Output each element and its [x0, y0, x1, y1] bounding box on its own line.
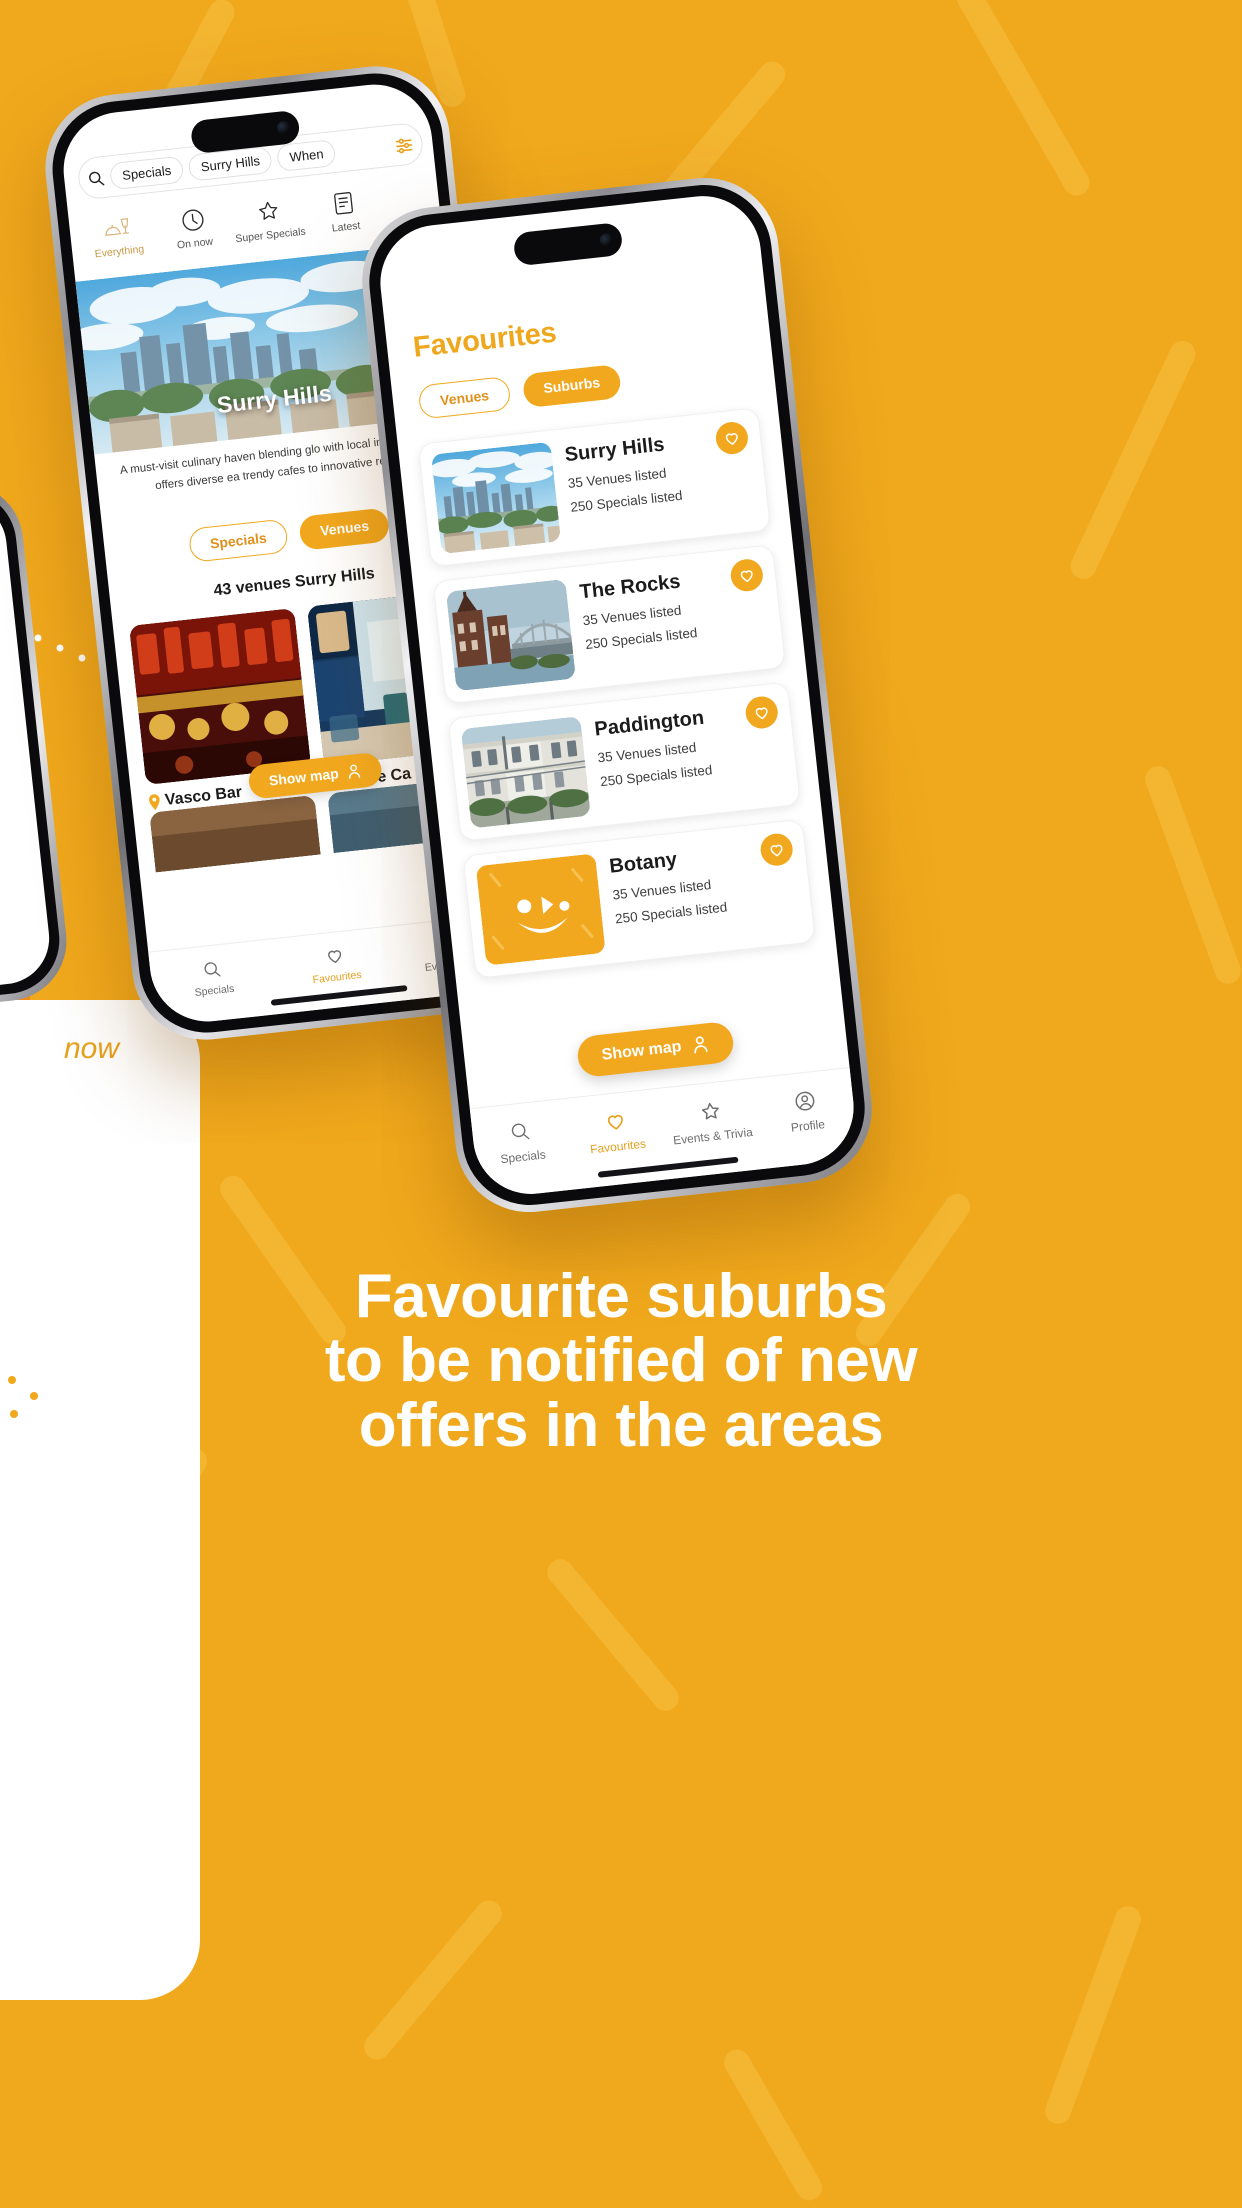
- heart-icon: [566, 1103, 664, 1140]
- headline-line-1: Favourite suburbs: [354, 1262, 888, 1331]
- nav-item-events-trivia[interactable]: Events & Trivia: [661, 1092, 761, 1148]
- suburb-thumbnail: [430, 441, 562, 555]
- star-sparkle-icon: [230, 193, 307, 231]
- bar-interior-photo: [128, 608, 312, 785]
- nav-item-favourites[interactable]: Favourites: [272, 937, 399, 990]
- map-pin-person-icon: [694, 1036, 708, 1054]
- list-item[interactable]: Botany 35 Venues listed 250 Specials lis…: [462, 818, 816, 979]
- favourites-tabs: Venues Suburbs: [417, 363, 622, 420]
- page-title: Favourites: [411, 316, 558, 364]
- city-skyline-thumb: [430, 441, 562, 555]
- category-super-specials[interactable]: Super Specials: [230, 193, 308, 246]
- suburb-thumbnail: [475, 853, 606, 966]
- terrace-houses-thumb: [460, 716, 591, 829]
- show-map-label: Show map: [600, 1037, 683, 1064]
- heart-icon: [755, 707, 768, 720]
- heart-icon: [770, 844, 783, 857]
- heart-icon: [740, 570, 753, 583]
- list-item[interactable]: The Rocks 35 Venues listed 250 Specials …: [432, 544, 787, 705]
- dynamic-island: [512, 221, 624, 267]
- filter-sliders-icon[interactable]: [394, 134, 415, 155]
- search-icon: [471, 1113, 569, 1150]
- list-icon: [305, 184, 382, 222]
- brand-logo-thumb: [475, 853, 606, 966]
- suburb-thumbnail: [460, 716, 591, 829]
- venue-photo: [128, 608, 312, 785]
- partial-phone-edge: [0, 477, 73, 1013]
- phone-right-favourites-screen: Favourites Venues Suburbs Surry Hills 35…: [354, 170, 880, 1220]
- nav-item-favourites[interactable]: Favourites: [566, 1103, 666, 1159]
- marketing-headline: Favourite suburbs to be notified of new …: [0, 1262, 1242, 1460]
- suburb-thumbnail: [445, 578, 576, 692]
- tab-suburbs[interactable]: Suburbs: [521, 363, 622, 409]
- map-pin-icon: [149, 794, 160, 811]
- toggle-specials[interactable]: Specials: [187, 518, 290, 563]
- search-icon: [89, 171, 105, 185]
- clock-icon: [154, 201, 231, 239]
- heart-icon: [725, 433, 738, 445]
- nav-item-profile[interactable]: Profile: [756, 1082, 856, 1138]
- person-icon: [756, 1082, 854, 1119]
- headline-line-2: to be notified of new: [324, 1326, 918, 1396]
- suburb-list: Surry Hills 35 Venues listed 250 Special…: [417, 407, 824, 1048]
- bottom-navigation: Specials Favourites Events & Trivia: [469, 1067, 860, 1200]
- category-on-now[interactable]: On now: [154, 201, 232, 254]
- decor-white-panel: [0, 1000, 200, 2000]
- category-latest[interactable]: Latest: [305, 184, 383, 237]
- show-map-label: Show map: [268, 765, 340, 789]
- nav-item-specials[interactable]: Specials: [471, 1113, 571, 1169]
- tab-venues[interactable]: Venues: [417, 375, 512, 420]
- decor-now-label: now: [64, 1032, 120, 1065]
- map-pin-person-icon: [349, 764, 361, 779]
- toggle-venues[interactable]: Venues: [298, 507, 391, 551]
- search-pill-specials[interactable]: Specials: [108, 154, 185, 190]
- harbour-bridge-thumb: [445, 578, 576, 692]
- nav-item-specials[interactable]: Specials: [150, 950, 277, 1003]
- list-item[interactable]: Surry Hills 35 Venues listed 250 Special…: [417, 407, 772, 568]
- cloche-wineglass-icon: [78, 209, 155, 247]
- headline-line-3: offers in the areas: [358, 1390, 884, 1460]
- list-item[interactable]: Paddington 35 Venues listed 250 Specials…: [447, 681, 801, 842]
- category-everything[interactable]: Everything: [78, 209, 156, 262]
- star-icon: [661, 1092, 759, 1129]
